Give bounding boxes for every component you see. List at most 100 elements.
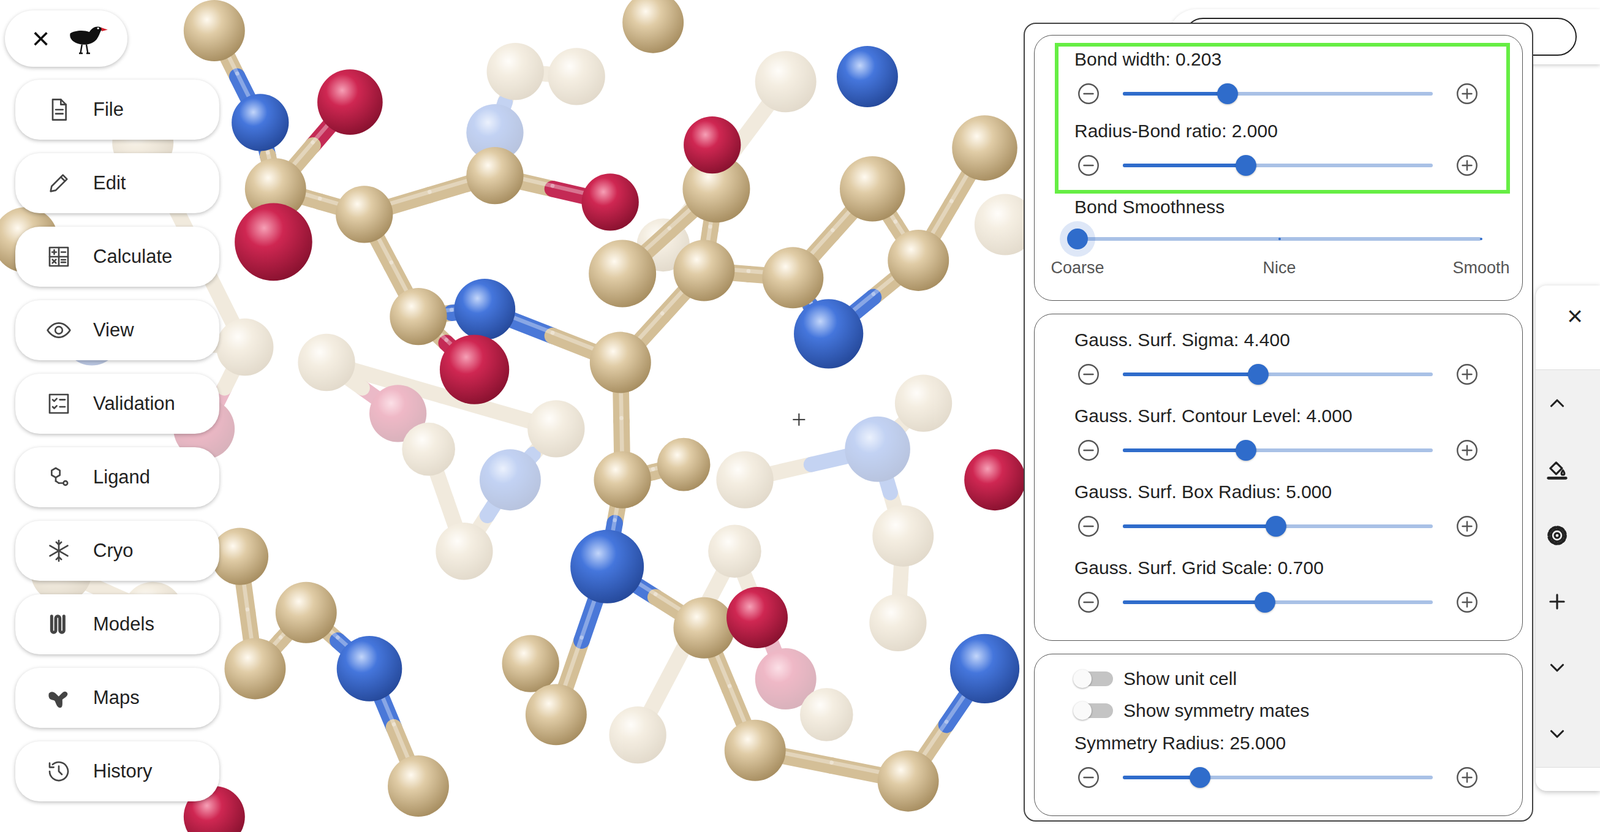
slider[interactable] <box>1122 76 1433 111</box>
colour-button[interactable] <box>1535 436 1600 503</box>
slider-setting: Gauss. Surf. Contour Level: 4.000 <box>1034 404 1523 481</box>
collapse-button[interactable] <box>1535 369 1600 437</box>
menu-item[interactable]: Models <box>15 594 220 655</box>
minus-icon[interactable] <box>1077 82 1100 105</box>
slider-thumb[interactable] <box>1235 154 1257 176</box>
slider-fill <box>1122 448 1246 453</box>
slider-thumb[interactable] <box>1067 228 1088 250</box>
atom <box>486 42 544 100</box>
menu-item[interactable]: History <box>15 741 220 802</box>
atom <box>439 335 510 405</box>
slider-fill <box>1122 600 1265 604</box>
toggle-switch[interactable] <box>1074 703 1114 718</box>
atom <box>231 93 289 151</box>
settings-group: Bond SmoothnessCoarseNiceSmooth <box>1034 193 1523 293</box>
atom <box>724 719 786 782</box>
plus-icon[interactable] <box>1456 766 1479 789</box>
logo-pill[interactable]: × <box>4 10 128 67</box>
slider-label: Bond width: 0.203 <box>1074 48 1479 71</box>
slider-setting: Symmetry Radius: 25.000 <box>1034 732 1523 808</box>
atom <box>588 240 657 308</box>
toggle-switch[interactable] <box>1074 671 1114 687</box>
gear-icon <box>1545 523 1569 548</box>
slider[interactable] <box>1122 357 1433 392</box>
slider-label: Gauss. Surf. Grid Scale: 0.700 <box>1074 556 1479 579</box>
atom <box>844 416 911 483</box>
toggle-setting[interactable]: Show symmetry mates <box>1034 694 1523 727</box>
menu-item-icon <box>46 758 72 784</box>
chevron-up-icon <box>1545 391 1569 415</box>
expand-button[interactable] <box>1535 634 1600 701</box>
sidebar: × File Edit Calculate View Validation Ligand Cr… <box>0 0 220 802</box>
atom <box>387 755 450 817</box>
minus-icon[interactable] <box>1077 154 1100 177</box>
crosshair-icon <box>792 413 805 426</box>
toggle-setting[interactable]: Show unit cell <box>1034 662 1523 695</box>
slider-thumb[interactable] <box>1217 83 1238 105</box>
slider-row <box>1077 148 1479 183</box>
menu-item[interactable]: File <box>15 79 220 140</box>
slider[interactable] <box>1077 222 1482 255</box>
atom <box>435 522 493 580</box>
slider[interactable] <box>1122 509 1433 544</box>
slider-label: Bond Smoothness <box>1074 196 1482 219</box>
mark-label: Nice <box>1262 257 1296 279</box>
slider[interactable] <box>1122 148 1433 183</box>
plus-icon[interactable] <box>1456 515 1479 538</box>
expand-button[interactable] <box>1535 700 1600 767</box>
slider-label: Gauss. Surf. Sigma: 4.400 <box>1074 328 1479 351</box>
atom <box>657 437 711 492</box>
plus-icon[interactable] <box>1456 363 1479 386</box>
atom <box>951 115 1018 181</box>
menu-item[interactable]: Maps <box>15 667 220 728</box>
plus-icon[interactable] <box>1456 439 1479 462</box>
slider-label: Symmetry Radius: 25.000 <box>1074 732 1479 755</box>
menu-item[interactable]: View <box>15 300 220 361</box>
slider-thumb[interactable] <box>1189 766 1211 788</box>
minus-icon[interactable] <box>1077 363 1100 386</box>
atom <box>683 116 741 174</box>
atom <box>839 156 906 222</box>
minus-icon[interactable] <box>1077 591 1100 614</box>
settings-panel: Bond width: 0.203Radius-Bond ratio: 2.00… <box>1023 22 1534 822</box>
slider-setting: Gauss. Surf. Box Radius: 5.000 <box>1034 480 1523 557</box>
menu-item[interactable]: Edit <box>15 153 220 214</box>
slider-mark <box>1479 237 1483 241</box>
menu-item-icon <box>46 685 72 710</box>
slider-thumb[interactable] <box>1247 363 1269 385</box>
slider[interactable] <box>1122 433 1433 468</box>
menu-item[interactable]: Validation <box>15 373 220 434</box>
close-menu-button[interactable]: × <box>31 23 50 54</box>
atom <box>479 449 541 511</box>
plus-icon[interactable] <box>1456 591 1479 614</box>
slider-thumb[interactable] <box>1235 439 1257 461</box>
menu-item[interactable]: Calculate <box>15 226 220 287</box>
atom <box>389 287 447 345</box>
minus-icon[interactable] <box>1077 766 1100 789</box>
plus-icon[interactable] <box>1456 154 1479 177</box>
menu-item[interactable]: Ligand <box>15 447 220 508</box>
slider-fill <box>1122 91 1228 96</box>
settings-button[interactable] <box>1535 502 1600 569</box>
atom <box>581 173 639 231</box>
add-button[interactable] <box>1535 568 1600 635</box>
atom <box>453 278 516 340</box>
slider[interactable] <box>1122 760 1433 795</box>
slider-row <box>1077 760 1479 795</box>
minus-icon[interactable] <box>1077 515 1100 538</box>
slider-setting: Gauss. Surf. Grid Scale: 0.700 <box>1034 556 1523 633</box>
atom <box>224 637 286 699</box>
atom <box>755 50 817 113</box>
menu-item[interactable]: Cryo <box>15 520 220 581</box>
atom <box>673 597 735 659</box>
slider-thumb[interactable] <box>1254 591 1276 613</box>
plus-icon[interactable] <box>1456 82 1479 105</box>
slider-thumb[interactable] <box>1265 515 1287 537</box>
atom <box>211 527 269 585</box>
slider-setting: Gauss. Surf. Sigma: 4.400 <box>1034 328 1523 405</box>
close-button[interactable]: × <box>1566 302 1583 330</box>
minus-icon[interactable] <box>1077 439 1100 462</box>
menu-item-icon <box>46 317 72 343</box>
atom <box>716 450 774 508</box>
slider[interactable] <box>1122 584 1433 620</box>
